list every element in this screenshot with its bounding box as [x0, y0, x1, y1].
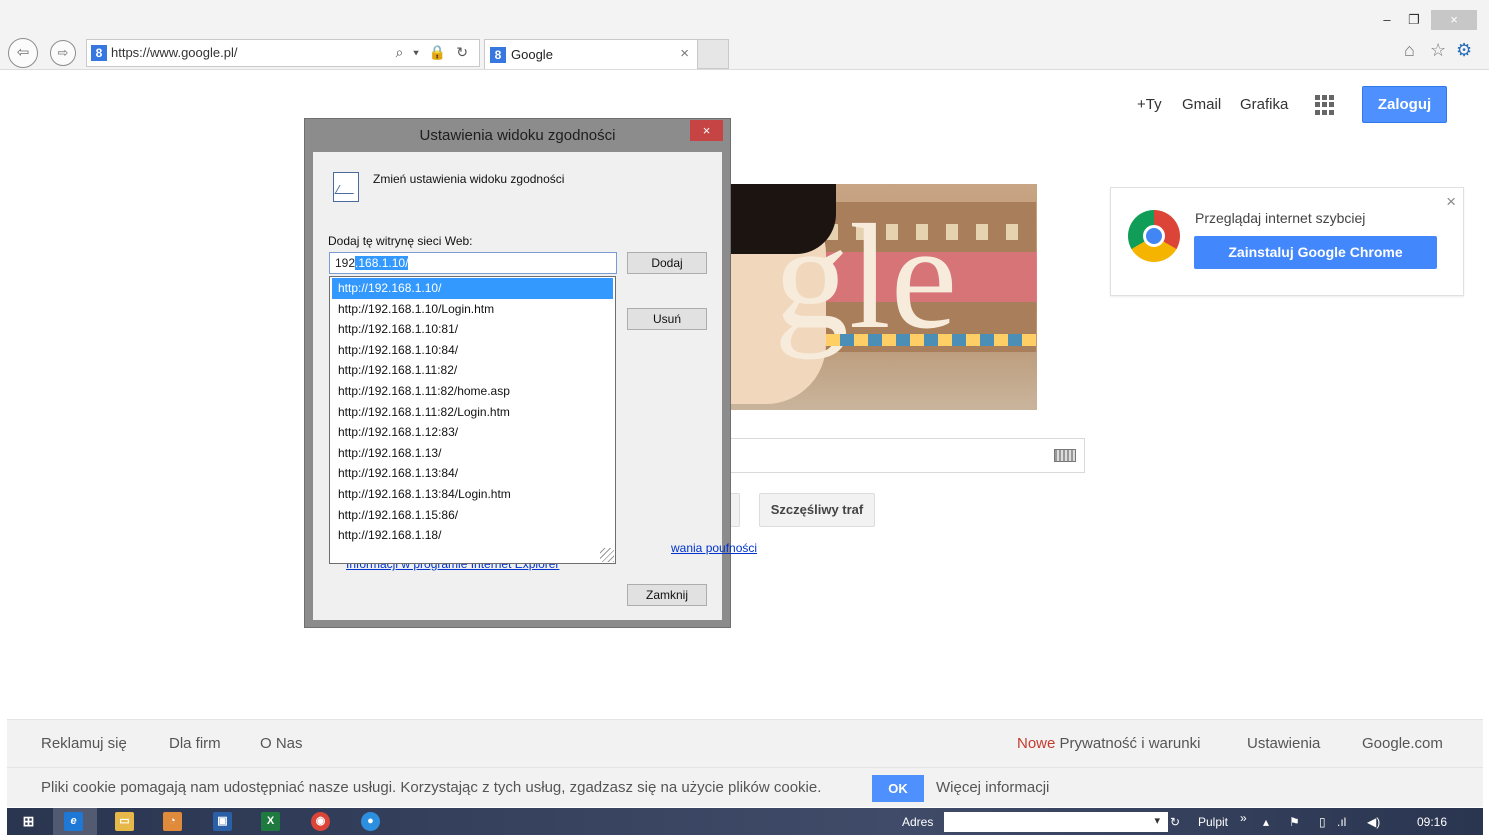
- link-grafika[interactable]: Grafika: [1240, 96, 1288, 113]
- suggestion-item[interactable]: http://192.168.1.12:83/: [332, 422, 613, 443]
- footer: Reklamuj się Dla firm O Nas Nowe Prywatn…: [7, 719, 1483, 767]
- restore-button[interactable]: ❐: [1405, 10, 1423, 30]
- privacy-label: Prywatność i warunki: [1059, 735, 1201, 752]
- keyboard-icon[interactable]: [1054, 449, 1076, 462]
- footer-link-settings[interactable]: Ustawienia: [1247, 735, 1320, 752]
- back-button[interactable]: ⇦: [8, 38, 38, 68]
- cookie-ok-button[interactable]: OK: [872, 775, 924, 802]
- taskbar-address-label: Adres: [902, 815, 934, 829]
- suggestion-item[interactable]: http://192.168.1.18/: [332, 525, 613, 546]
- add-site-input[interactable]: 192.168.1.10/: [329, 252, 617, 274]
- suggestion-item[interactable]: http://192.168.1.11:82/Login.htm: [332, 402, 613, 423]
- tab-close-icon[interactable]: ×: [680, 45, 689, 62]
- battery-icon[interactable]: ▯: [1319, 815, 1326, 829]
- tray-up-arrow-icon[interactable]: ▴: [1263, 815, 1269, 829]
- dialog-title: Ustawienia widoku zgodności: [419, 127, 616, 144]
- excel-icon[interactable]: X: [261, 812, 280, 831]
- google-favicon-icon: 8: [490, 47, 506, 63]
- footer-link-google-com[interactable]: Google.com: [1362, 735, 1443, 752]
- suggestion-item[interactable]: http://192.168.1.10:81/: [332, 319, 613, 340]
- ie-icon[interactable]: e: [64, 812, 83, 831]
- input-typed: 192: [335, 256, 356, 270]
- new-tab-button[interactable]: [698, 39, 729, 69]
- link-plus-ty[interactable]: +Ty: [1137, 96, 1162, 113]
- promo-text: Przeglądaj internet szybciej: [1195, 210, 1366, 226]
- footer-link-business[interactable]: Dla firm: [169, 735, 221, 752]
- suggestion-item[interactable]: http://192.168.1.11:82/home.asp: [332, 381, 613, 402]
- star-icon[interactable]: ☆: [1430, 40, 1446, 61]
- suggestion-item[interactable]: http://192.168.1.13:84/: [332, 463, 613, 484]
- dialog-heading: Zmień ustawienia widoku zgodności: [373, 172, 565, 186]
- search-input[interactable]: [726, 438, 1085, 473]
- close-window-button[interactable]: ×: [1431, 10, 1477, 30]
- doodle-awning: [826, 334, 1036, 346]
- suggestion-item[interactable]: http://192.168.1.10:84/: [332, 340, 613, 361]
- app-orange-icon[interactable]: ◔: [163, 812, 182, 831]
- taskbar-address-input[interactable]: ▾: [944, 812, 1168, 832]
- dialog-close-text-button[interactable]: Zamknij: [627, 584, 707, 606]
- remove-button[interactable]: Usuń: [627, 308, 707, 330]
- google-favicon-icon: 8: [91, 45, 107, 61]
- link-gmail[interactable]: Gmail: [1182, 96, 1221, 113]
- resize-grip-icon[interactable]: [600, 548, 614, 562]
- compat-view-icon: [333, 172, 359, 202]
- forward-button[interactable]: ⇨: [50, 40, 76, 66]
- app-blue-icon[interactable]: ▣: [213, 812, 232, 831]
- install-chrome-button[interactable]: Zainstaluj Google Chrome: [1194, 236, 1437, 269]
- add-button[interactable]: Dodaj: [627, 252, 707, 274]
- input-selected: .168.1.10/: [355, 256, 409, 270]
- promo-close-icon[interactable]: ×: [1446, 192, 1456, 212]
- add-site-label: Dodaj tę witrynę sieci Web:: [328, 234, 473, 248]
- clock[interactable]: 09:16: [1417, 815, 1447, 829]
- apps-grid-icon[interactable]: [1315, 95, 1335, 115]
- cookie-more-link[interactable]: Więcej informacji: [936, 779, 1049, 796]
- app-sphere-icon[interactable]: ●: [361, 812, 380, 831]
- cookie-message: Pliki cookie pomagają nam udostępniać na…: [41, 779, 822, 796]
- chrome-logo-icon: [1128, 210, 1180, 262]
- explorer-folder-icon[interactable]: ▭: [115, 812, 134, 831]
- dialog-titlebar[interactable]: Ustawienia widoku zgodności ×: [305, 119, 730, 152]
- privacy-policy-link[interactable]: wania poufności: [671, 541, 757, 555]
- suggestion-item[interactable]: http://192.168.1.10/: [332, 278, 613, 299]
- suggestion-list: http://192.168.1.10/http://192.168.1.10/…: [330, 277, 615, 547]
- suggestion-item[interactable]: http://192.168.1.13:84/Login.htm: [332, 484, 613, 505]
- suggestion-item[interactable]: http://192.168.1.13/: [332, 443, 613, 464]
- tab-google[interactable]: 8 Google ×: [484, 39, 698, 69]
- tab-title: Google: [511, 47, 553, 62]
- browser-toolbar: ⇦ ⇨ 8 https://www.google.pl/ ⌕ ▾ 🔒 ↻ 8 G…: [0, 0, 1489, 70]
- footer-link-about[interactable]: O Nas: [260, 735, 303, 752]
- taskbar: ⊞ e ▭ ◔ ▣ X ◉ ● Adres ▾ ↻ Pulpit » ▴ ⚑ ▯…: [7, 808, 1483, 835]
- autocomplete-dropdown[interactable]: http://192.168.1.10/http://192.168.1.10/…: [329, 276, 616, 564]
- footer-link-ads[interactable]: Reklamuj się: [41, 735, 127, 752]
- cookie-bar: Pliki cookie pomagają nam udostępniać na…: [7, 767, 1483, 807]
- new-label: Nowe: [1017, 735, 1056, 752]
- suggestion-item[interactable]: http://192.168.1.15:86/: [332, 505, 613, 526]
- footer-privacy-link[interactable]: Nowe Prywatność i warunki: [1017, 735, 1200, 752]
- signal-icon[interactable]: .ıl: [1337, 815, 1346, 829]
- volume-icon[interactable]: ◀): [1367, 815, 1380, 829]
- doodle-letters: gle: [774, 194, 958, 360]
- start-windows-icon[interactable]: ⊞: [19, 812, 38, 831]
- google-doodle[interactable]: gle: [726, 184, 1037, 410]
- flag-icon[interactable]: ⚑: [1289, 815, 1300, 829]
- chrome-promo: Przeglądaj internet szybciej Zainstaluj …: [1110, 187, 1464, 296]
- address-bar[interactable]: 8 https://www.google.pl/ ⌕ ▾ 🔒 ↻: [86, 39, 480, 67]
- address-url[interactable]: https://www.google.pl/: [111, 45, 237, 60]
- chrome-taskbar-icon[interactable]: ◉: [311, 812, 330, 831]
- signin-button[interactable]: Zaloguj: [1362, 86, 1447, 123]
- lucky-button[interactable]: Szczęśliwy traf: [759, 493, 875, 527]
- taskbar-chevron-icon[interactable]: »: [1240, 811, 1247, 825]
- taskbar-desktop-label[interactable]: Pulpit: [1198, 815, 1228, 829]
- gear-icon[interactable]: ⚙: [1456, 40, 1472, 61]
- chevron-down-icon[interactable]: ▾: [1154, 814, 1160, 827]
- minimize-button[interactable]: –: [1378, 10, 1396, 30]
- dialog-close-button[interactable]: ×: [690, 120, 723, 141]
- suggestion-item[interactable]: http://192.168.1.10/Login.htm: [332, 299, 613, 320]
- suggestion-item[interactable]: http://192.168.1.11:82/: [332, 360, 613, 381]
- taskbar-refresh-icon[interactable]: ↻: [1170, 815, 1180, 829]
- address-controls[interactable]: ⌕ ▾ 🔒 ↻: [395, 44, 471, 61]
- home-icon[interactable]: ⌂: [1404, 40, 1415, 61]
